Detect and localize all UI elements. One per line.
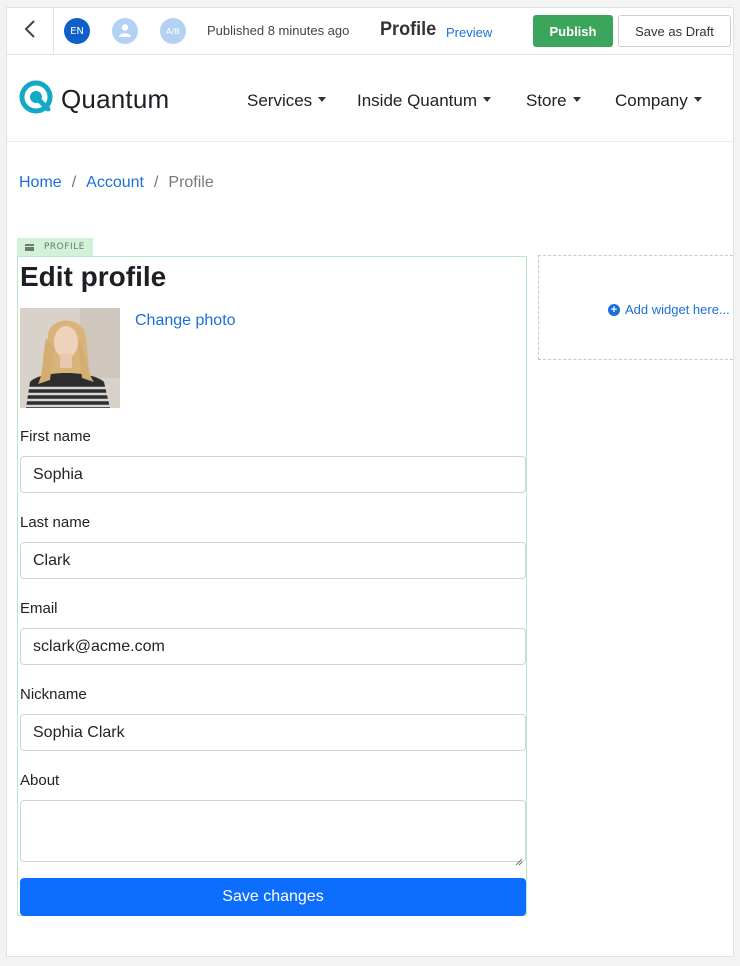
drag-handle-icon[interactable] [25,243,34,251]
breadcrumb-current: Profile [168,174,214,191]
breadcrumb: Home / Account / Profile [19,174,214,192]
site-header: Quantum Services Inside Quantum Store Co… [7,55,733,142]
quantum-logo-icon [19,80,53,118]
caret-down-icon [693,97,702,103]
nav-item-inside-quantum[interactable]: Inside Quantum [357,91,492,111]
widget-tag-label: PROFILE [44,242,85,252]
nickname-label: Nickname [20,686,87,703]
widget-drop-zone[interactable]: + Add widget here... [538,255,733,360]
caret-down-icon [572,97,581,103]
breadcrumb-separator: / [71,174,77,191]
user-avatar[interactable] [112,18,138,44]
nav-item-company[interactable]: Company [615,91,702,111]
page-name: Profile [380,19,437,40]
save-draft-button[interactable]: Save as Draft [618,15,731,47]
ab-test-badge[interactable]: A/B [160,18,186,44]
publish-status: Published 8 minutes ago [207,23,350,38]
last-name-label: Last name [20,514,91,531]
first-name-label: First name [20,428,91,445]
breadcrumb-separator: / [153,174,159,191]
widget-tag[interactable]: PROFILE [17,238,93,256]
nav-item-label: Store [526,91,567,110]
logo-text: Quantum [61,83,170,114]
site-logo[interactable]: Quantum [19,80,169,118]
nickname-field[interactable] [20,714,526,751]
last-name-field[interactable] [20,542,526,579]
first-name-field[interactable] [20,456,526,493]
profile-photo [20,308,120,408]
user-icon [118,22,132,41]
editor-toolbar: EN A/B Published 8 minutes ago Profile P… [7,8,733,55]
publish-button[interactable]: Publish [533,15,613,47]
preview-link[interactable]: Preview [446,25,492,40]
about-label: About [20,772,60,789]
breadcrumb-home[interactable]: Home [19,174,62,192]
back-button[interactable] [7,8,54,54]
nav-item-store[interactable]: Store [526,91,581,111]
nav-item-label: Inside Quantum [357,91,478,110]
add-widget-label: Add widget here... [625,302,730,317]
caret-down-icon [483,97,492,103]
resize-handle-icon[interactable] [515,851,523,866]
profile-widget: Edit profile Change photo First name Las… [17,256,527,916]
nav-item-services[interactable]: Services [247,91,327,111]
nav-item-label: Company [615,91,688,110]
page-frame: EN A/B Published 8 minutes ago Profile P… [6,7,734,957]
page-heading: Edit profile [20,261,167,292]
chevron-left-icon [24,20,36,42]
caret-down-icon [318,97,327,103]
change-photo-link[interactable]: Change photo [135,312,236,330]
language-badge[interactable]: EN [64,18,90,44]
about-field[interactable] [20,800,526,866]
breadcrumb-account[interactable]: Account [86,174,144,192]
nav-item-label: Services [247,91,313,110]
save-changes-button[interactable]: Save changes [20,878,526,916]
email-field[interactable] [20,628,526,665]
plus-circle-icon: + [608,303,620,316]
email-label: Email [20,600,58,617]
add-widget-link[interactable]: + Add widget here... [608,302,730,317]
